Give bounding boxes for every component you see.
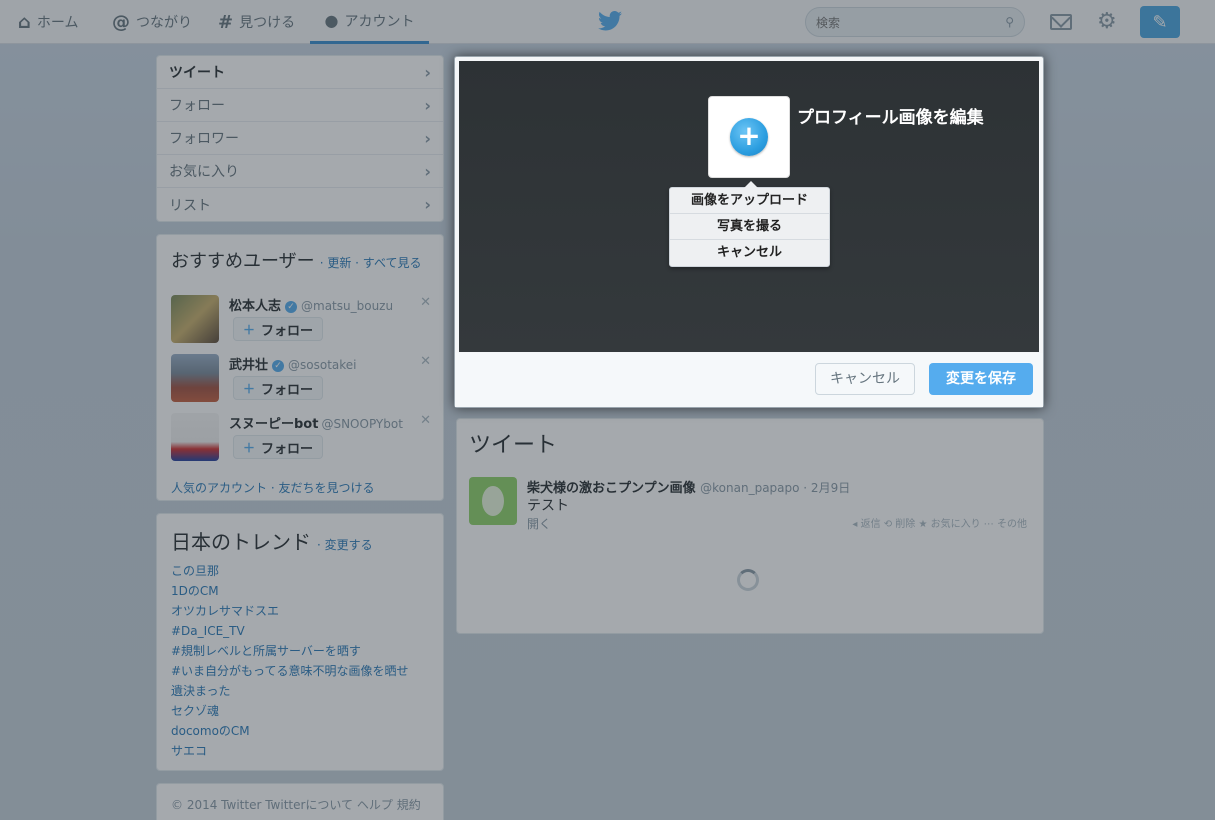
take-photo-option[interactable]: 写真を撮る [670,214,829,240]
save-changes-button[interactable]: 変更を保存 [929,363,1033,395]
cancel-option[interactable]: キャンセル [670,240,829,266]
header-image-area: + プロフィール画像を編集 画像をアップロード 写真を撮る キャンセル [459,61,1039,352]
profile-image-picker[interactable]: + [708,96,790,178]
add-photo-icon[interactable]: + [730,118,768,156]
photo-options-menu: 画像をアップロード 写真を撮る キャンセル [669,181,830,267]
profile-image-title: プロフィール画像を編集 [797,108,984,128]
dialog-footer: キャンセル 変更を保存 [455,353,1043,407]
cancel-button[interactable]: キャンセル [815,363,915,395]
edit-profile-image-dialog: + プロフィール画像を編集 画像をアップロード 写真を撮る キャンセル キャンセ… [454,56,1044,408]
upload-image-option[interactable]: 画像をアップロード [670,188,829,214]
